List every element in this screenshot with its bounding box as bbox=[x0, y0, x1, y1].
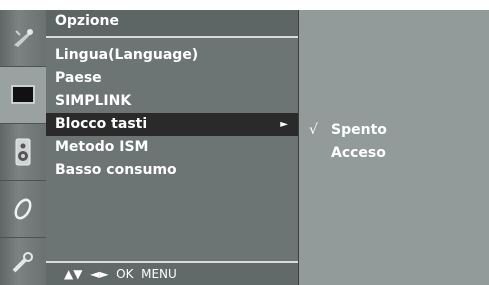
audio-icon[interactable] bbox=[0, 124, 46, 181]
check-icon: √ bbox=[309, 122, 318, 138]
menu-item-label: Blocco tasti bbox=[55, 116, 148, 132]
navigation-hint-bar: ▲▼ ◄► OK MENU bbox=[46, 261, 298, 285]
navigation-hint: ▲▼ ◄► OK MENU bbox=[64, 267, 177, 281]
submenu-item-label: Acceso bbox=[331, 145, 386, 161]
submenu-arrow-icon: ► bbox=[280, 119, 288, 130]
menu-list: Lingua(Language) Paese SIMPLINK Blocco t… bbox=[46, 44, 298, 182]
menu-title: Opzione bbox=[55, 13, 119, 29]
menu-title-bar: Opzione bbox=[46, 10, 298, 38]
picture-icon[interactable] bbox=[0, 10, 46, 67]
osd-menu: Opzione Lingua(Language) Paese SIMPLINK … bbox=[0, 10, 489, 285]
option-icon[interactable] bbox=[0, 238, 46, 285]
menu-item-label: Lingua(Language) bbox=[55, 47, 199, 63]
submenu-item-label: Spento bbox=[331, 122, 387, 138]
submenu-item-acceso[interactable]: Acceso bbox=[309, 142, 387, 165]
menu-item-metodo-ism[interactable]: Metodo ISM bbox=[46, 136, 298, 159]
main-menu-panel: Opzione Lingua(Language) Paese SIMPLINK … bbox=[46, 10, 299, 285]
menu-item-label: Basso consumo bbox=[55, 162, 177, 178]
submenu-panel: √ Spento Acceso bbox=[299, 10, 489, 285]
menu-item-simplink[interactable]: SIMPLINK bbox=[46, 90, 298, 113]
menu-item-label: Metodo ISM bbox=[55, 139, 149, 155]
time-icon[interactable] bbox=[0, 181, 46, 238]
menu-item-label: SIMPLINK bbox=[55, 93, 132, 109]
menu-item-paese[interactable]: Paese bbox=[46, 67, 298, 90]
menu-item-blocco-tasti[interactable]: Blocco tasti ► bbox=[46, 113, 298, 136]
menu-item-label: Paese bbox=[55, 70, 102, 86]
menu-item-lingua[interactable]: Lingua(Language) bbox=[46, 44, 298, 67]
menu-item-basso-consumo[interactable]: Basso consumo bbox=[46, 159, 298, 182]
category-sidebar bbox=[0, 10, 46, 285]
submenu-list: √ Spento Acceso bbox=[309, 119, 387, 165]
screen-icon[interactable] bbox=[0, 67, 46, 124]
submenu-item-spento[interactable]: √ Spento bbox=[309, 119, 387, 142]
